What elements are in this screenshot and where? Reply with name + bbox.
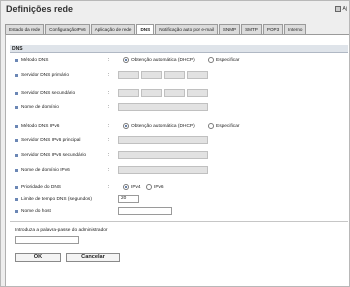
row-dns-priority: Prioridade do DNS : IPv4 IPv6: [15, 183, 335, 192]
dns-method-specify-label: Especificar: [216, 58, 240, 63]
bullet-icon: [15, 106, 18, 109]
host-name-input[interactable]: [118, 207, 172, 215]
secondary-dns-octet-2[interactable]: [141, 89, 162, 97]
bullet-icon: [15, 186, 18, 189]
tab-ipv6-config[interactable]: ConfiguraçãoIPv6: [45, 24, 90, 34]
primary-dns-ipv6-label: Servidor DNS IPv6 principal: [21, 138, 81, 143]
row-domain-name: Nome de domínio :: [15, 103, 335, 112]
dns-method-label: Método DNS: [21, 58, 49, 63]
domain-name-field[interactable]: [118, 103, 208, 111]
primary-dns-octet-3[interactable]: [164, 71, 185, 79]
bullet-icon: [15, 169, 18, 172]
secondary-dns-octet-1[interactable]: [118, 89, 139, 97]
secondary-dns-ipv6-label: Servidor DNS IPv6 secundário: [21, 153, 87, 158]
tab-internal[interactable]: Interno: [284, 24, 307, 34]
help-label: Aj: [342, 6, 347, 12]
tab-network-status[interactable]: Estado da rede: [5, 24, 45, 34]
dns-priority-ipv6-radio[interactable]: [146, 184, 152, 190]
row-primary-dns-ipv6: Servidor DNS IPv6 principal :: [15, 136, 335, 145]
tab-pop3[interactable]: POP3: [262, 24, 284, 34]
dns-priority-label: Prioridade do DNS: [21, 185, 61, 190]
divider: [10, 221, 348, 222]
section-header-dns: DNS: [10, 45, 348, 53]
ok-button[interactable]: OK: [15, 253, 61, 262]
bullet-icon: [15, 59, 18, 62]
tab-bar: Estado da rede ConfiguraçãoIPv6 Aplicaçã…: [5, 24, 349, 34]
host-name-label: Nome do host: [21, 209, 51, 214]
secondary-dns-octet-3[interactable]: [164, 89, 185, 97]
primary-dns-octet-2[interactable]: [141, 71, 162, 79]
tab-smtp[interactable]: SMTP: [241, 24, 262, 34]
page-title: Definições rede: [6, 4, 74, 14]
dns-method-dhcp-radio[interactable]: [123, 57, 129, 63]
secondary-dns-ipv6-field[interactable]: [118, 151, 208, 159]
bullet-icon: [15, 210, 18, 213]
admin-password-label: Introduza a palavra-passe do administrad…: [15, 228, 108, 233]
bullet-icon: [15, 125, 18, 128]
dns-timeout-input[interactable]: 20: [118, 195, 139, 203]
tab-snmp[interactable]: SNMP: [218, 24, 241, 34]
row-dns-method: Método DNS : Obtenção automática (DHCP) …: [15, 56, 335, 65]
dns-method-ipv6-dhcp-radio[interactable]: [123, 123, 129, 129]
dns-panel: DNS Método DNS : Obtenção automática (DH…: [5, 34, 349, 286]
bullet-icon: [15, 154, 18, 157]
row-host-name: Nome do host: [15, 207, 335, 216]
row-secondary-dns: Servidor DNS secundário :: [15, 89, 335, 98]
domain-name-label: Nome de domínio: [21, 105, 59, 110]
dns-method-dhcp-label: Obtenção automática (DHCP): [131, 58, 195, 63]
tab-dns[interactable]: DNS: [136, 24, 155, 34]
row-primary-dns: Servidor DNS primário :: [15, 71, 335, 80]
dns-timeout-label: Limite de tempo DNS (segundos): [21, 197, 92, 202]
bullet-icon: [15, 74, 18, 77]
help-link[interactable]: Aj: [334, 6, 347, 12]
primary-dns-octet-1[interactable]: [118, 71, 139, 79]
network-settings-window: Definições rede Aj Estado da rede Config…: [0, 0, 350, 287]
help-icon: [334, 6, 341, 12]
row-dns-timeout: Limite de tempo DNS (segundos) 20: [15, 195, 335, 204]
cancel-button[interactable]: Cancelar: [66, 253, 120, 262]
row-dns-method-ipv6: Método DNS IPv6 : Obtenção automática (D…: [15, 122, 335, 131]
row-secondary-dns-ipv6: Servidor DNS IPv6 secundário :: [15, 151, 335, 160]
tab-auto-email-notification[interactable]: Notificação auto por e-mail: [155, 24, 218, 34]
row-domain-name-ipv6: Nome de domínio IPv6 :: [15, 166, 335, 175]
tab-network-application[interactable]: Aplicação de rede: [90, 24, 136, 34]
dns-priority-ipv6-label: IPv6: [154, 185, 164, 190]
dns-method-ipv6-dhcp-label: Obtenção automática (DHCP): [131, 124, 195, 129]
secondary-dns-octet-4[interactable]: [187, 89, 208, 97]
domain-name-ipv6-field[interactable]: [118, 166, 208, 174]
dns-method-ipv6-label: Método DNS IPv6: [21, 124, 60, 129]
dns-priority-ipv4-label: IPv4: [131, 185, 141, 190]
dns-priority-ipv4-radio[interactable]: [123, 184, 129, 190]
dns-method-specify-radio[interactable]: [208, 57, 214, 63]
dns-method-ipv6-specify-label: Especificar: [216, 124, 240, 129]
domain-name-ipv6-label: Nome de domínio IPv6: [21, 168, 70, 173]
admin-password-input[interactable]: [15, 236, 79, 244]
bullet-icon: [15, 198, 18, 201]
primary-dns-label: Servidor DNS primário: [21, 73, 69, 78]
bullet-icon: [15, 92, 18, 95]
bullet-icon: [15, 139, 18, 142]
primary-dns-octet-4[interactable]: [187, 71, 208, 79]
secondary-dns-label: Servidor DNS secundário: [21, 91, 76, 96]
primary-dns-ipv6-field[interactable]: [118, 136, 208, 144]
dns-method-ipv6-specify-radio[interactable]: [208, 123, 214, 129]
